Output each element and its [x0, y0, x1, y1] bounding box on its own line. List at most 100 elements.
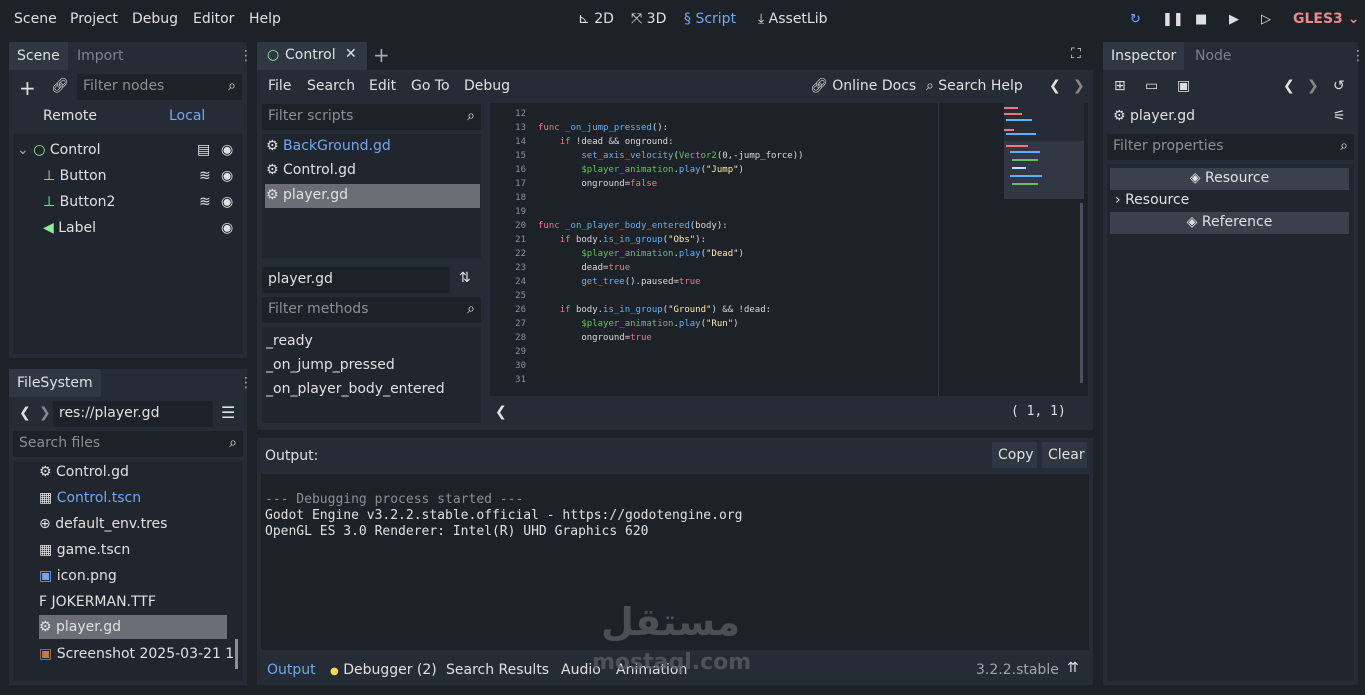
code-minimap[interactable]	[1004, 103, 1084, 199]
scrollbar[interactable]	[235, 639, 238, 669]
close-icon[interactable]: ✕	[345, 46, 357, 62]
history-back-icon[interactable]: ❮	[1283, 78, 1295, 94]
tree-item-button2[interactable]: ⊥ Button2	[43, 194, 115, 210]
menu-dots-icon[interactable]: ⋮	[239, 375, 253, 391]
search-files-input[interactable]: Search files ⌕	[13, 431, 243, 457]
script-item-background[interactable]: ⚙ BackGround.gd	[266, 138, 391, 154]
sort-icon[interactable]: ⇅	[459, 270, 471, 286]
filter-properties-input[interactable]: Filter properties ⌕	[1107, 134, 1354, 160]
bottom-tab-output[interactable]: Output	[267, 662, 316, 678]
code-line[interactable]: 14 if !dead && onground:	[490, 135, 934, 149]
history-forward-icon[interactable]: ❯	[1073, 78, 1085, 94]
file-item-screenshot[interactable]: ▣ Screenshot 2025-03-21 1	[39, 646, 234, 662]
search-help-button[interactable]: ⌕ Search Help	[926, 78, 1023, 94]
code-line[interactable]: 13 func _on_jump_pressed():	[490, 121, 934, 135]
fullscreen-icon[interactable]: ⛶	[1071, 46, 1081, 62]
file-item-control-tscn[interactable]: ▦ Control.tscn	[39, 490, 141, 506]
new-resource-icon[interactable]: ⊞	[1114, 78, 1126, 94]
code-line[interactable]: 27 $player_animation.play("Run")	[490, 317, 934, 331]
property-resource[interactable]: › Resource	[1115, 192, 1189, 208]
tree-item-control[interactable]: ⌄ ○ Control	[17, 142, 100, 158]
renderer-selector[interactable]: GLES3 ⌄	[1293, 11, 1359, 27]
file-item-icon-png[interactable]: ▣ icon.png	[39, 568, 117, 584]
tab-inspector[interactable]: Inspector	[1103, 42, 1185, 70]
tab-control-scene[interactable]: ○ Control ✕	[257, 42, 367, 70]
code-line[interactable]: 28 onground=true	[490, 331, 934, 345]
bottom-tab-debugger[interactable]: ● Debugger (2)	[330, 662, 437, 678]
add-tab-icon[interactable]: +	[373, 43, 390, 67]
menu-scene[interactable]: Scene	[14, 11, 57, 27]
pause-icon[interactable]: ❚❚	[1162, 12, 1184, 27]
play-scene-icon[interactable]: ▶	[1229, 12, 1239, 27]
play-custom-scene-icon[interactable]: ▷	[1261, 12, 1271, 27]
script-attached-icon[interactable]: ▤	[197, 142, 210, 158]
forward-arrow-icon[interactable]: ❯	[39, 405, 51, 421]
tree-item-label[interactable]: ◀ Label	[43, 220, 96, 236]
code-line[interactable]: 29	[490, 345, 934, 359]
back-arrow-icon[interactable]: ❮	[19, 405, 31, 421]
code-line[interactable]: 19	[490, 205, 934, 219]
reload-icon[interactable]: ↻	[1130, 12, 1141, 27]
code-line[interactable]: 18	[490, 191, 934, 205]
menu-help[interactable]: Help	[249, 11, 281, 27]
section-reference-header[interactable]: ◈ Reference	[1110, 212, 1349, 234]
method-item[interactable]: _on_jump_pressed	[266, 357, 395, 373]
file-item-control-gd[interactable]: ⚙ Control.gd	[39, 464, 129, 480]
inspected-object[interactable]: ⚙ player.gd	[1113, 108, 1195, 124]
file-item-jokerman-ttf[interactable]: F JOKERMAN.TTF	[39, 594, 156, 610]
script-menu-goto[interactable]: Go To	[411, 78, 450, 94]
save-icon[interactable]: ▣	[1177, 78, 1190, 94]
method-item[interactable]: _ready	[266, 333, 313, 349]
expand-panel-icon[interactable]: ⇈	[1067, 660, 1079, 676]
code-line[interactable]: 17 onground=false	[490, 177, 934, 191]
code-scrollbar[interactable]	[1080, 203, 1083, 383]
tab-import[interactable]: Import	[69, 42, 131, 70]
tab-node[interactable]: Node	[1187, 42, 1240, 70]
signal-icon[interactable]: ≋	[199, 168, 211, 184]
code-line[interactable]: 21 if body.is_in_group("Obs"):	[490, 233, 934, 247]
code-line[interactable]: 24 get_tree().paused=true	[490, 275, 934, 289]
method-item[interactable]: _on_player_body_entered	[266, 381, 445, 397]
code-line[interactable]: 16 $player_animation.play("Jump")	[490, 163, 934, 177]
code-line[interactable]: 26 if body.is_in_group("Ground") && !dea…	[490, 303, 934, 317]
code-line[interactable]: 25	[490, 289, 934, 303]
collapse-left-icon[interactable]: ❮	[495, 404, 507, 420]
code-line[interactable]: 12	[490, 107, 934, 121]
visibility-eye-icon[interactable]: ◉	[221, 194, 233, 210]
split-view-icon[interactable]: ☰	[221, 403, 235, 422]
tree-item-button[interactable]: ⊥ Button	[43, 168, 107, 184]
script-menu-debug[interactable]: Debug	[464, 78, 510, 94]
workspace-assetlib-button[interactable]: ⤓ AssetLib	[758, 11, 828, 27]
online-docs-button[interactable]: 🔗︎ Online Docs	[810, 78, 916, 94]
visibility-eye-icon[interactable]: ◉	[221, 142, 233, 158]
clear-button[interactable]: Clear	[1042, 442, 1087, 468]
code-line[interactable]: 20 func _on_player_body_entered(body):	[490, 219, 934, 233]
code-text[interactable]: 12 13 func _on_jump_pressed(): 14 if !dead …	[490, 107, 934, 392]
output-log[interactable]: --- Debugging process started --- Godot …	[261, 474, 1089, 650]
add-node-icon[interactable]: +	[19, 76, 36, 100]
bottom-tab-search-results[interactable]: Search Results	[446, 662, 549, 678]
history-icon[interactable]: ↺	[1333, 78, 1345, 94]
visibility-eye-icon[interactable]: ◉	[221, 220, 233, 236]
script-item-player[interactable]: ⚙ player.gd	[265, 184, 480, 208]
menu-debug[interactable]: Debug	[132, 11, 178, 27]
signal-icon[interactable]: ≋	[199, 194, 211, 210]
tab-filesystem[interactable]: FileSystem	[9, 369, 101, 397]
filter-scripts-input[interactable]: Filter scripts ⌕	[262, 104, 481, 130]
script-menu-edit[interactable]: Edit	[369, 78, 396, 94]
script-menu-search[interactable]: Search	[307, 78, 355, 94]
open-folder-icon[interactable]: ▭	[1145, 78, 1158, 94]
history-forward-icon[interactable]: ❯	[1307, 78, 1319, 94]
code-editor[interactable]: 12 13 func _on_jump_pressed(): 14 if !dead …	[490, 103, 1088, 396]
code-line[interactable]: 22 $player_animation.play("Dead")	[490, 247, 934, 261]
workspace-3d-button[interactable]: ⤧ 3D	[631, 11, 666, 27]
code-line[interactable]: 23 dead=true	[490, 261, 934, 275]
section-resource-header[interactable]: ◈ Resource	[1110, 168, 1349, 190]
workspace-script-button[interactable]: § Script	[684, 11, 736, 27]
history-back-icon[interactable]: ❮	[1049, 78, 1061, 94]
link-icon[interactable]: 🔗︎	[51, 78, 69, 94]
path-field[interactable]: res://player.gd	[53, 401, 213, 427]
remote-button[interactable]: Remote	[43, 108, 97, 124]
code-line[interactable]: 31	[490, 373, 934, 387]
menu-editor[interactable]: Editor	[193, 11, 234, 27]
